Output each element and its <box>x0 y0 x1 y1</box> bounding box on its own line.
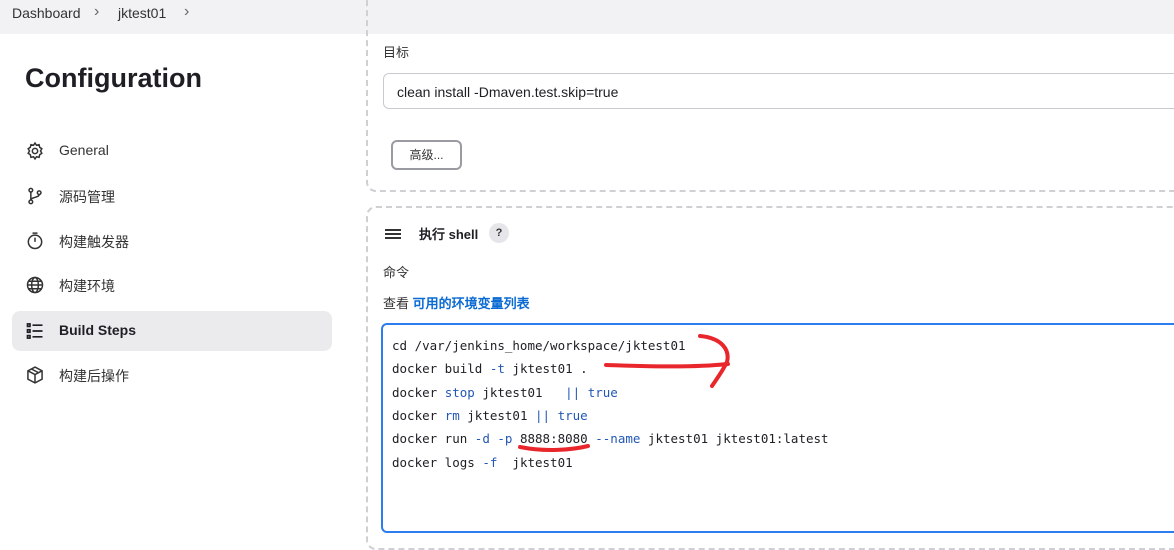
sidebar-item-label: 构建环境 <box>59 278 115 294</box>
package-icon <box>27 366 43 384</box>
goal-label: 目标 <box>383 45 410 60</box>
shell-step-title: 执行 shell <box>419 227 479 242</box>
command-label: 命令 <box>383 265 410 280</box>
env-vars-hint: 查看 可用的环境变量列表 <box>383 293 530 312</box>
breadcrumb-job[interactable]: jktest01 <box>118 5 166 21</box>
sidebar-item-triggers[interactable]: 构建触发器 <box>12 221 332 261</box>
sidebar-item-label: 源码管理 <box>59 189 115 205</box>
sidebar-item-label: General <box>59 142 109 158</box>
goal-input-value: clean install -Dmaven.test.skip=true <box>397 84 619 100</box>
timer-icon <box>27 232 43 250</box>
sidebar-item-post-build[interactable]: 构建后操作 <box>12 355 332 395</box>
code-line: docker stop jktest01 || true <box>392 385 618 400</box>
page-title: Configuration <box>25 63 202 93</box>
sidebar-item-label: Build Steps <box>59 322 137 338</box>
env-vars-link[interactable]: 可用的环境变量列表 <box>413 296 530 311</box>
sidebar-item-label: 构建后操作 <box>59 368 129 384</box>
breadcrumb-separator: › <box>184 3 190 20</box>
code-line: docker build -t jktest01 . <box>392 361 588 376</box>
globe-icon <box>26 276 44 294</box>
breadcrumb-separator: › <box>94 3 100 20</box>
env-vars-prefix: 查看 <box>383 296 410 311</box>
sidebar-item-label: 构建触发器 <box>59 234 129 250</box>
code-line: docker logs -f jktest01 <box>392 455 573 470</box>
sidebar-item-scm[interactable]: 源码管理 <box>12 176 332 216</box>
advanced-button[interactable]: 高级... <box>391 140 462 170</box>
list-icon <box>26 323 43 339</box>
branch-icon <box>28 187 42 205</box>
help-icon[interactable]: ? <box>489 223 509 243</box>
goal-input[interactable]: clean install -Dmaven.test.skip=true <box>383 73 1174 109</box>
command-editor[interactable]: cd /var/jenkins_home/workspace/jktest01 … <box>381 323 1174 533</box>
sidebar-item-build-steps[interactable]: Build Steps <box>12 311 332 351</box>
sidebar-item-general[interactable]: General <box>12 131 332 171</box>
code-line: docker rm jktest01 || true <box>392 408 588 423</box>
breadcrumb-dashboard[interactable]: Dashboard <box>12 5 81 21</box>
sidebar-item-environment[interactable]: 构建环境 <box>12 265 332 305</box>
drag-handle-icon[interactable] <box>385 229 401 239</box>
gear-icon <box>27 141 43 161</box>
code-line: docker run -d -p 8888:8080 --name jktest… <box>392 431 829 446</box>
code-line: cd /var/jenkins_home/workspace/jktest01 <box>392 338 686 353</box>
